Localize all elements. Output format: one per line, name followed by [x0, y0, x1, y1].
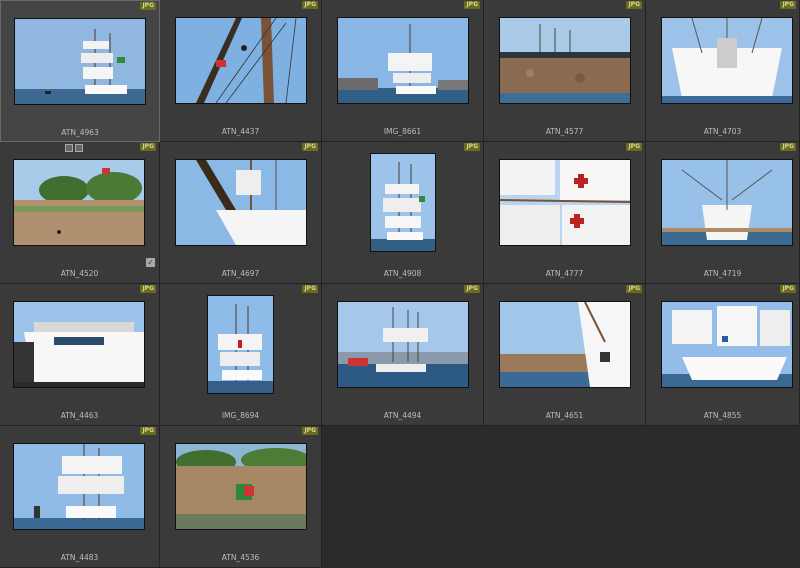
- file-type-badge: JPG: [302, 427, 318, 435]
- checkbox-icon[interactable]: ✓: [146, 258, 155, 267]
- photo-cell-9[interactable]: JPG ATN_4777: [484, 142, 646, 284]
- photo-thumbnail[interactable]: [662, 160, 792, 245]
- file-type-badge: JPG: [302, 285, 318, 293]
- file-type-badge: JPG: [302, 1, 318, 9]
- photo-filename: ATN_4963: [61, 128, 99, 137]
- edit-pencil-icon[interactable]: [75, 144, 83, 152]
- gray-square-icon[interactable]: [65, 144, 73, 152]
- photo-cell-3[interactable]: JPG IMG_8661: [322, 0, 484, 142]
- photo-cell-17[interactable]: JPG ATN_4536: [160, 426, 322, 568]
- file-type-badge: JPG: [626, 143, 642, 151]
- photo-cell-16[interactable]: JPG ATN_4483: [0, 426, 160, 568]
- photo-filename: ATN_4855: [703, 411, 742, 420]
- file-type-badge: JPG: [780, 143, 796, 151]
- cell-tools: [65, 144, 83, 152]
- photo-thumbnail[interactable]: [208, 296, 273, 393]
- photo-filename: ATN_4520: [60, 269, 99, 278]
- photo-cell-15[interactable]: JPG ATN_4855: [646, 284, 800, 426]
- photo-cell-6[interactable]: JPG ✓ ATN_4520: [0, 142, 160, 284]
- photo-filename: IMG_8661: [383, 127, 422, 136]
- file-type-badge: JPG: [140, 2, 156, 10]
- file-type-badge: JPG: [780, 285, 796, 293]
- photo-thumbnail[interactable]: [176, 160, 306, 245]
- photo-cell-14[interactable]: JPG ATN_4651: [484, 284, 646, 426]
- file-type-badge: JPG: [626, 1, 642, 9]
- photo-filename: ATN_4483: [60, 553, 99, 562]
- photo-filename: ATN_4719: [703, 269, 742, 278]
- file-type-badge: JPG: [140, 427, 156, 435]
- photo-thumbnail[interactable]: [662, 18, 792, 103]
- photo-filename: ATN_4494: [383, 411, 422, 420]
- photo-thumbnail[interactable]: [14, 160, 144, 245]
- photo-filename: ATN_4697: [221, 269, 260, 278]
- photo-filename: ATN_4651: [545, 411, 584, 420]
- file-type-badge: JPG: [780, 1, 796, 9]
- file-type-badge: JPG: [140, 285, 156, 293]
- file-type-badge: JPG: [140, 143, 156, 151]
- photo-filename: ATN_4463: [60, 411, 99, 420]
- photo-thumbnail[interactable]: [371, 154, 435, 251]
- photo-thumbnail[interactable]: [500, 160, 630, 245]
- photo-filename: ATN_4577: [545, 127, 584, 136]
- photo-thumbnail[interactable]: [338, 302, 468, 387]
- photo-thumbnail[interactable]: [500, 302, 630, 387]
- photo-grid: JPG ATN_4963 JPG ATN_4437 JPG IMG_8661 J…: [0, 0, 800, 568]
- photo-cell-4[interactable]: JPG ATN_4577: [484, 0, 646, 142]
- file-type-badge: JPG: [626, 285, 642, 293]
- photo-filename: IMG_8694: [221, 411, 260, 420]
- photo-thumbnail[interactable]: [14, 302, 144, 387]
- photo-filename: ATN_4437: [221, 127, 260, 136]
- file-type-badge: JPG: [464, 143, 480, 151]
- file-type-badge: JPG: [302, 143, 318, 151]
- photo-cell-8[interactable]: JPG ATN_4908: [322, 142, 484, 284]
- photo-cell-7[interactable]: JPG ATN_4697: [160, 142, 322, 284]
- photo-thumbnail[interactable]: [15, 19, 145, 104]
- photo-cell-1[interactable]: JPG ATN_4963: [0, 0, 160, 142]
- photo-thumbnail[interactable]: [14, 444, 144, 529]
- photo-cell-10[interactable]: JPG ATN_4719: [646, 142, 800, 284]
- photo-thumbnail[interactable]: [338, 18, 468, 103]
- photo-cell-5[interactable]: JPG ATN_4703: [646, 0, 800, 142]
- photo-thumbnail[interactable]: [176, 444, 306, 529]
- file-type-badge: JPG: [464, 285, 480, 293]
- photo-cell-12[interactable]: JPG IMG_8694: [160, 284, 322, 426]
- photo-filename: ATN_4536: [221, 553, 260, 562]
- photo-cell-2[interactable]: JPG ATN_4437: [160, 0, 322, 142]
- photo-cell-13[interactable]: JPG ATN_4494: [322, 284, 484, 426]
- photo-thumbnail[interactable]: [176, 18, 306, 103]
- photo-thumbnail[interactable]: [662, 302, 792, 387]
- photo-filename: ATN_4777: [545, 269, 584, 278]
- photo-filename: ATN_4908: [383, 269, 422, 278]
- photo-thumbnail[interactable]: [500, 18, 630, 103]
- photo-filename: ATN_4703: [703, 127, 742, 136]
- photo-cell-11[interactable]: JPG ATN_4463: [0, 284, 160, 426]
- file-type-badge: JPG: [464, 1, 480, 9]
